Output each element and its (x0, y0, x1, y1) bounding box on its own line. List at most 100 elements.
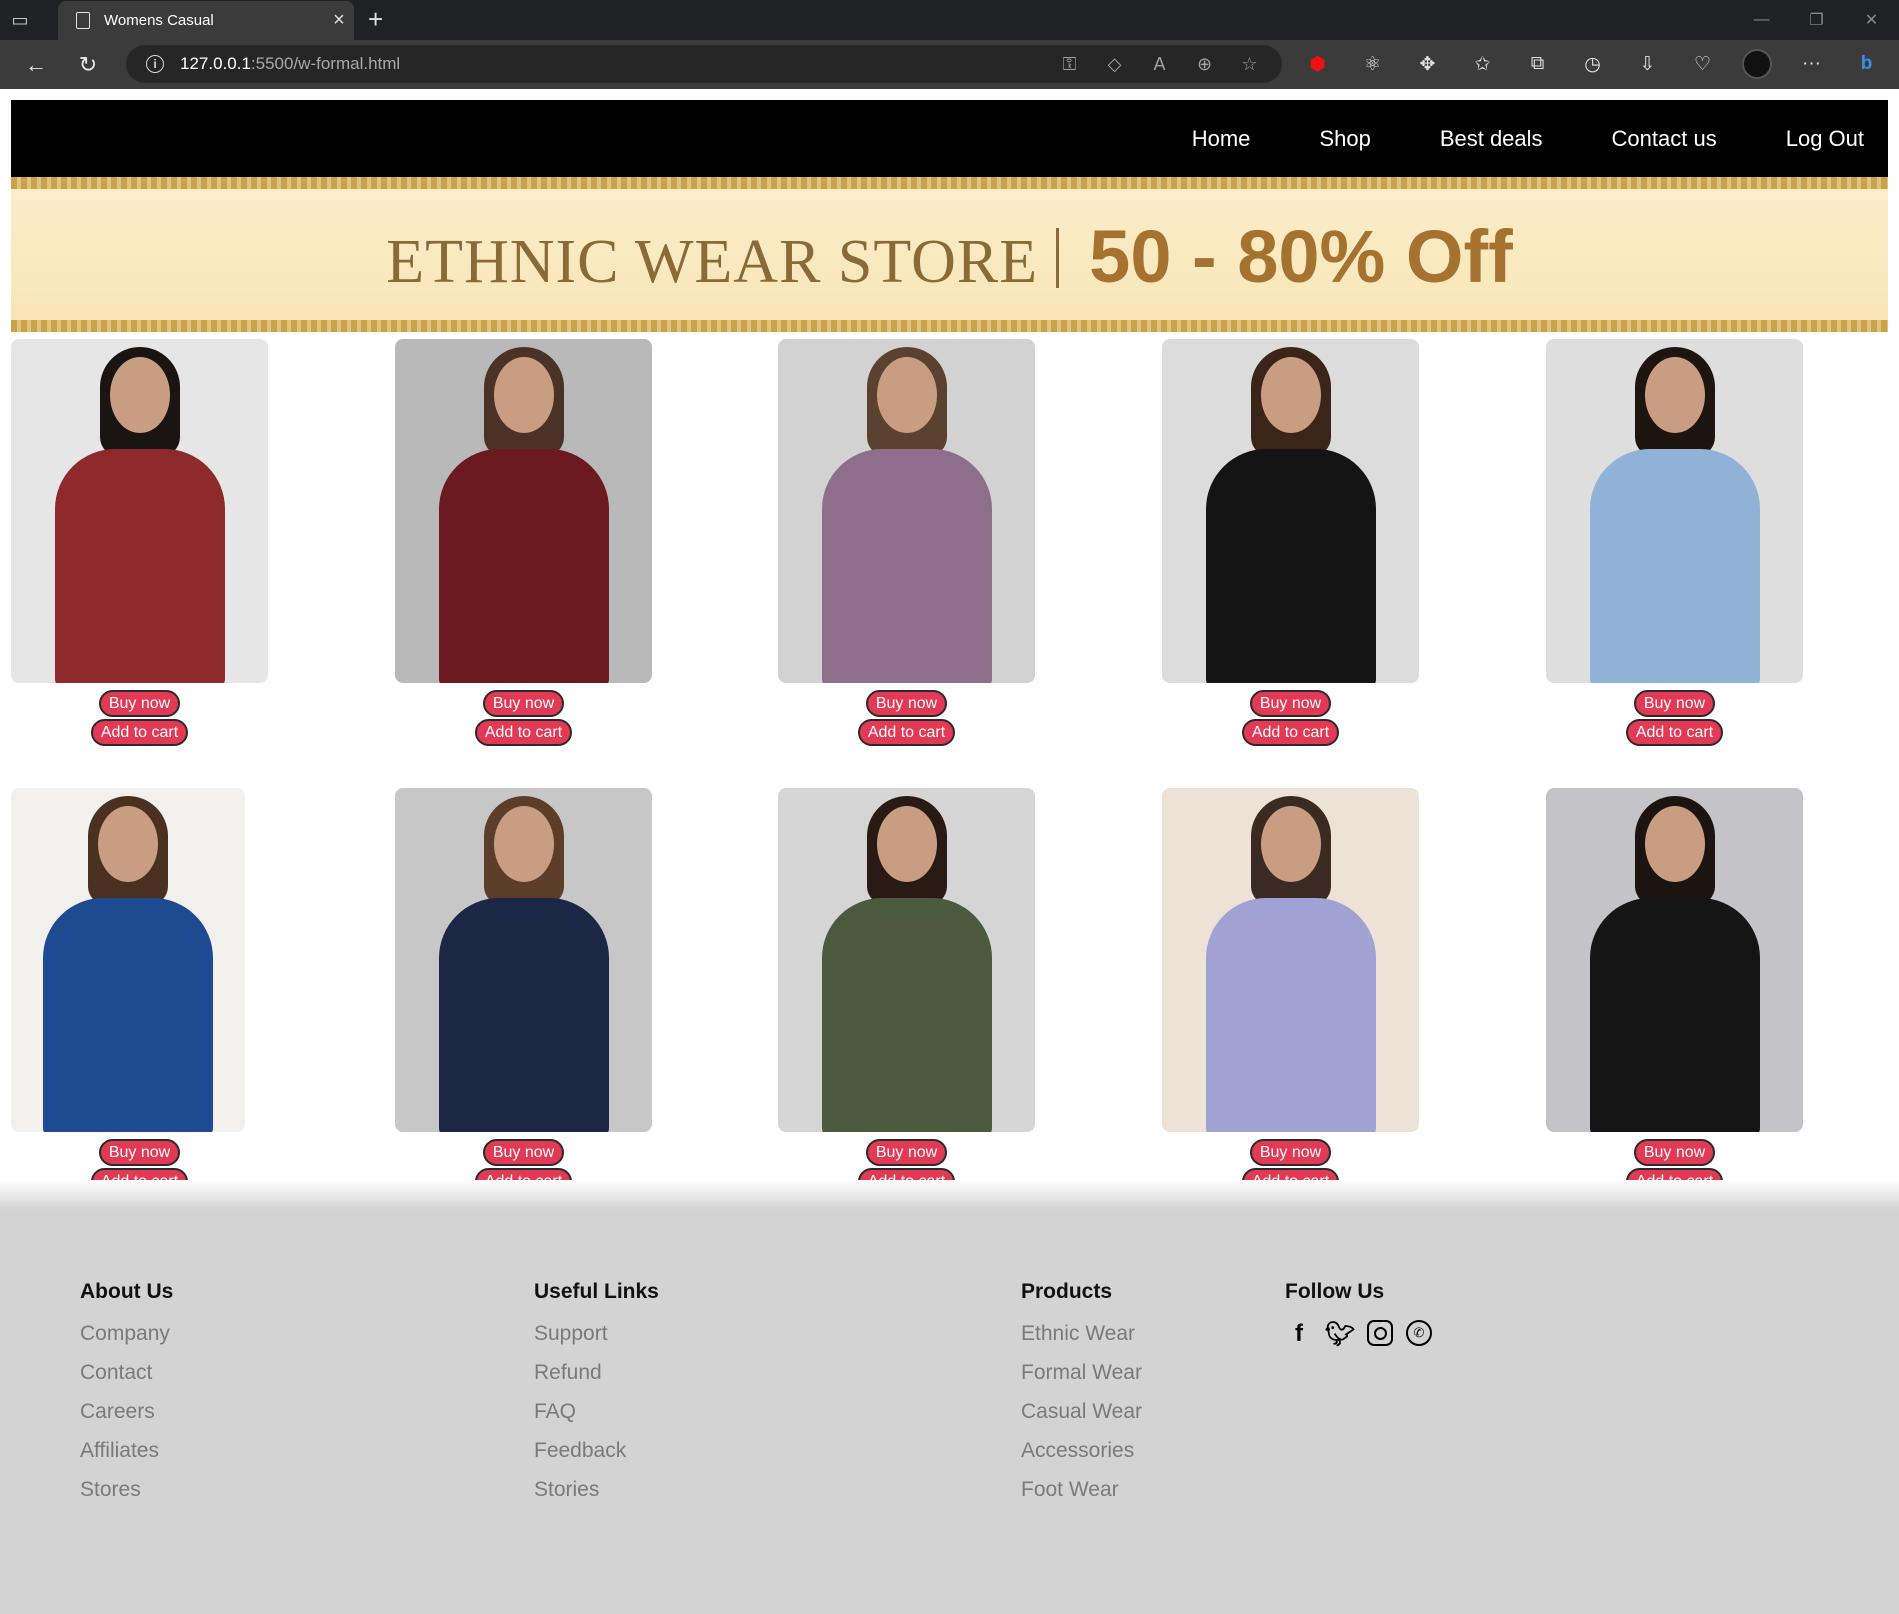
footer-link-formal-wear[interactable]: Formal Wear (1021, 1361, 1142, 1385)
buy-now-button[interactable]: Buy now (1633, 1139, 1716, 1166)
product-image[interactable] (11, 788, 245, 1132)
site-info-icon[interactable]: i (146, 55, 164, 73)
buy-now-button[interactable]: Buy now (482, 690, 565, 717)
product-image[interactable] (778, 788, 1035, 1132)
restore-icon[interactable]: ❐ (1789, 0, 1844, 40)
refresh-icon[interactable]: ↻ (62, 45, 114, 85)
close-tab-icon[interactable]: × (324, 9, 354, 32)
product-image[interactable] (395, 339, 652, 683)
browser-toolbar: ← ↻ i 127.0.0.1:5500/w-formal.html ⚿ ◇ A… (0, 40, 1899, 89)
product-outfit (821, 898, 992, 1132)
product-actions: Buy nowAdd to cart (778, 689, 1035, 747)
product-model-face (1260, 357, 1321, 433)
key-icon[interactable]: ⚿ (1047, 54, 1092, 75)
product-model-face (1260, 806, 1321, 882)
react-devtools-icon[interactable]: ⚛ (1345, 53, 1400, 76)
product-image[interactable] (1546, 788, 1803, 1132)
close-window-icon[interactable]: ✕ (1844, 0, 1899, 40)
add-to-cart-button[interactable]: Add to cart (90, 719, 189, 746)
product-actions: Buy nowAdd to cart (11, 689, 268, 747)
footer-link-ethnic-wear[interactable]: Ethnic Wear (1021, 1322, 1142, 1346)
nav-shop[interactable]: Shop (1319, 126, 1370, 152)
copilot-icon[interactable]: b (1839, 53, 1894, 75)
zoom-icon[interactable]: ⊕ (1182, 54, 1227, 75)
footer-follow-column: Follow Us f 🐦︎ ✆ (1285, 1280, 1432, 1348)
footer-link-contact[interactable]: Contact (80, 1361, 173, 1385)
back-icon[interactable]: ← (10, 45, 62, 85)
new-tab-icon[interactable]: + (368, 4, 383, 35)
buy-now-button[interactable]: Buy now (865, 1139, 948, 1166)
footer-link-company[interactable]: Company (80, 1322, 173, 1346)
nav-best-deals[interactable]: Best deals (1440, 126, 1543, 152)
add-favorite-icon[interactable]: ☆ (1227, 54, 1272, 75)
site-navbar: Home Shop Best deals Contact us Log Out (11, 100, 1888, 177)
buy-now-button[interactable]: Buy now (1633, 690, 1716, 717)
footer-link-stories[interactable]: Stories (534, 1478, 659, 1502)
adblock-icon[interactable]: ⬢ (1290, 53, 1345, 76)
browser-tab[interactable]: Womens Casual × (58, 1, 354, 40)
nav-log-out[interactable]: Log Out (1786, 126, 1864, 152)
product-outfit (54, 449, 225, 683)
product-image[interactable] (778, 339, 1035, 683)
read-aloud-icon[interactable]: A (1137, 54, 1182, 75)
promo-banner: ETHNIC WEAR STORE 50 - 80% Off (11, 177, 1888, 332)
footer-link-accessories[interactable]: Accessories (1021, 1439, 1142, 1463)
add-to-cart-button[interactable]: Add to cart (857, 719, 956, 746)
buy-now-button[interactable]: Buy now (482, 1139, 565, 1166)
footer-link-affiliates[interactable]: Affiliates (80, 1439, 173, 1463)
footer-link-faq[interactable]: FAQ (534, 1400, 659, 1424)
extensions-icon[interactable]: ✥ (1400, 53, 1455, 76)
banner-offer-text: 50 - 80% Off (1089, 215, 1513, 298)
facebook-icon[interactable]: f (1285, 1320, 1313, 1348)
favorites-icon[interactable]: ✩ (1455, 53, 1510, 76)
buy-now-button[interactable]: Buy now (1249, 1139, 1332, 1166)
product-card: Buy nowAdd to cart (1546, 788, 1806, 1196)
product-image[interactable] (1162, 339, 1419, 683)
product-model-face (1644, 806, 1705, 882)
add-to-cart-button[interactable]: Add to cart (1625, 719, 1724, 746)
product-model-face (109, 357, 170, 433)
profile-avatar[interactable] (1742, 49, 1772, 79)
browser-essentials-icon[interactable]: ♡ (1675, 53, 1730, 76)
site-footer: About Us Company Contact Careers Affilia… (0, 1180, 1899, 1614)
buy-now-button[interactable]: Buy now (98, 690, 181, 717)
add-to-cart-button[interactable]: Add to cart (474, 719, 573, 746)
instagram-icon[interactable] (1367, 1320, 1393, 1346)
product-outfit (821, 449, 992, 683)
tab-actions-icon[interactable]: ▭ (0, 0, 40, 40)
twitter-icon[interactable]: 🐦︎ (1325, 1320, 1355, 1348)
banner-divider (1056, 228, 1060, 288)
product-image[interactable] (1546, 339, 1803, 683)
buy-now-button[interactable]: Buy now (865, 690, 948, 717)
footer-link-support[interactable]: Support (534, 1322, 659, 1346)
nav-home[interactable]: Home (1192, 126, 1251, 152)
footer-link-feedback[interactable]: Feedback (534, 1439, 659, 1463)
collections-icon[interactable]: ⧉ (1510, 53, 1565, 75)
history-icon[interactable]: ◷ (1565, 53, 1620, 76)
minimize-icon[interactable]: — (1734, 0, 1789, 40)
product-model-face (876, 806, 937, 882)
buy-now-button[interactable]: Buy now (98, 1139, 181, 1166)
tag-icon[interactable]: ◇ (1092, 54, 1137, 75)
product-model-face (493, 357, 554, 433)
whatsapp-icon[interactable]: ✆ (1406, 1320, 1432, 1346)
downloads-icon[interactable]: ⇩ (1620, 53, 1675, 76)
product-image[interactable] (11, 339, 268, 683)
footer-link-refund[interactable]: Refund (534, 1361, 659, 1385)
add-to-cart-button[interactable]: Add to cart (1241, 719, 1340, 746)
nav-contact-us[interactable]: Contact us (1612, 126, 1717, 152)
product-image[interactable] (395, 788, 652, 1132)
footer-link-stores[interactable]: Stores (80, 1478, 173, 1502)
url-host: 127.0.0.1 (180, 54, 251, 73)
footer-link-foot-wear[interactable]: Foot Wear (1021, 1478, 1142, 1502)
more-options-icon[interactable]: ··· (1784, 53, 1839, 75)
buy-now-button[interactable]: Buy now (1249, 690, 1332, 717)
address-bar[interactable]: i 127.0.0.1:5500/w-formal.html ⚿ ◇ A ⊕ ☆ (126, 45, 1282, 83)
banner-store-text: ETHNIC WEAR STORE (386, 228, 1039, 296)
footer-link-casual-wear[interactable]: Casual Wear (1021, 1400, 1142, 1424)
product-outfit (438, 898, 609, 1132)
product-outfit (1589, 898, 1760, 1132)
product-image[interactable] (1162, 788, 1419, 1132)
footer-link-careers[interactable]: Careers (80, 1400, 173, 1424)
product-model-face (876, 357, 937, 433)
